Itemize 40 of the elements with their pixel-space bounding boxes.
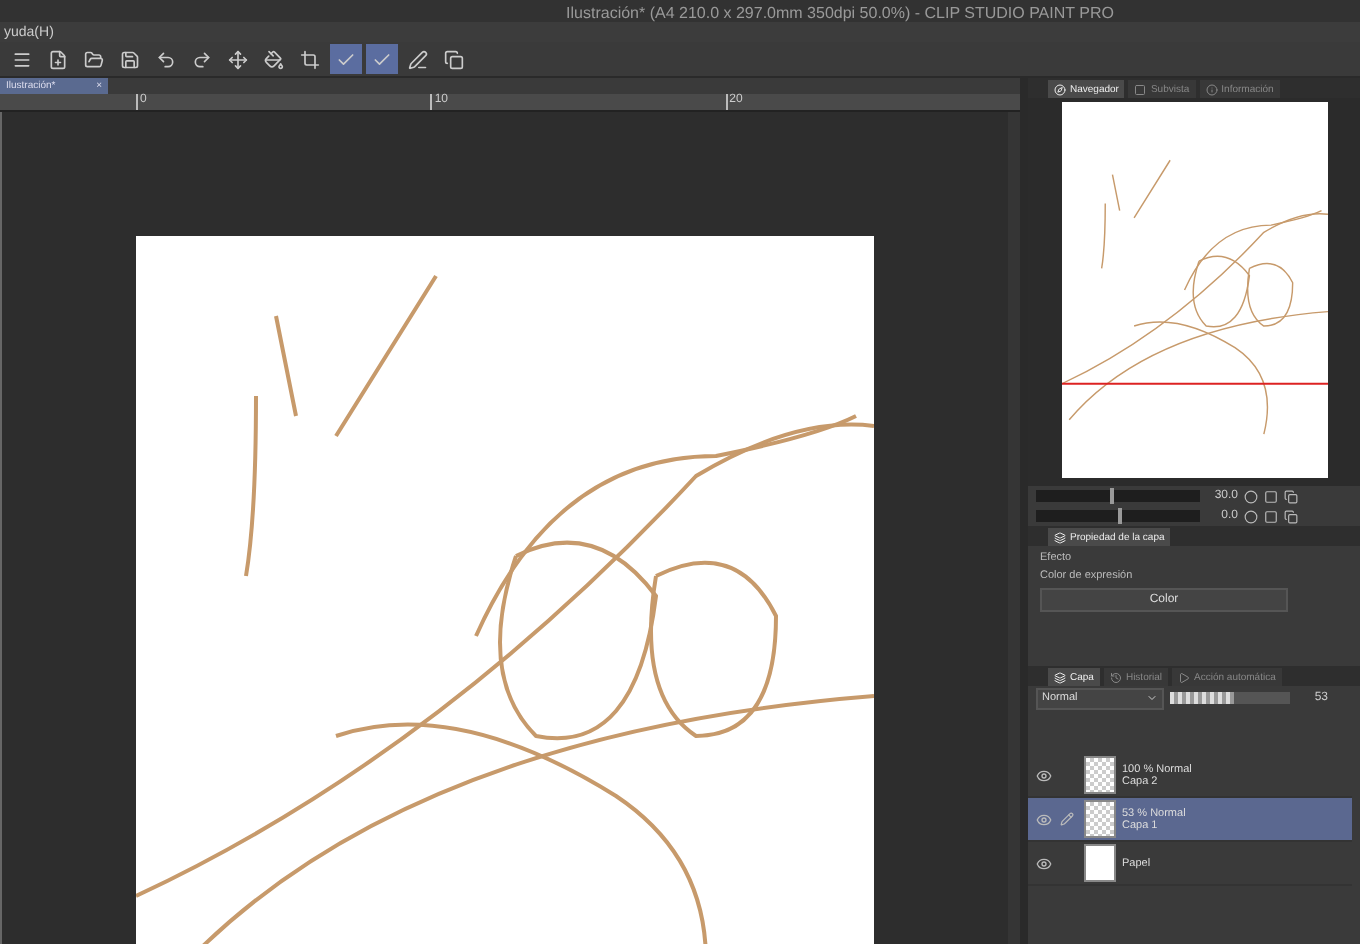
- copy-icon: [1284, 489, 1298, 503]
- save-icon: [120, 49, 140, 69]
- navigator-thumbnail[interactable]: [1061, 102, 1327, 478]
- circle-icon: [1244, 509, 1258, 523]
- undo-icon: [156, 49, 176, 69]
- layer-thumbnail: [1084, 756, 1116, 794]
- play-icon: [1178, 671, 1191, 683]
- paint-bucket-icon: [264, 49, 284, 69]
- move-icon: [228, 49, 248, 69]
- eye-icon: [1036, 767, 1052, 783]
- pen-icon: [408, 49, 428, 69]
- circle-icon: [1244, 489, 1258, 503]
- opacity-slider[interactable]: [1170, 692, 1290, 704]
- paper-thumbnail: [1084, 844, 1116, 882]
- zoom-slider[interactable]: [1036, 490, 1200, 502]
- slider-thumb[interactable]: [1109, 488, 1114, 504]
- scroll-bar[interactable]: [1008, 112, 1020, 944]
- rotate-slider[interactable]: [1036, 510, 1200, 522]
- copy-icon: [444, 49, 464, 69]
- menu-icon: [12, 49, 32, 69]
- eye-icon: [1036, 811, 1052, 827]
- history-icon: [1109, 671, 1122, 683]
- folder-icon: [84, 49, 104, 69]
- layers-icon: [1054, 671, 1066, 683]
- info-icon: [1205, 83, 1218, 95]
- layers-icon: [1054, 531, 1066, 543]
- snap-button[interactable]: [330, 44, 362, 74]
- redo-icon: [192, 49, 212, 69]
- pencil-icon: [1060, 812, 1074, 826]
- window-title: Ilustración* (A4 210.0 x 297.0mm 350dpi 50.0%) - CLIP STUDIO PAINT PRO: [566, 4, 1114, 22]
- file-plus-icon: [48, 49, 68, 69]
- copy-icon: [1284, 509, 1298, 523]
- square-icon: [1264, 509, 1278, 523]
- crop-icon: [300, 49, 320, 69]
- square-icon: [1134, 83, 1147, 95]
- square-icon: [1264, 489, 1278, 503]
- eye-icon: [1036, 855, 1052, 871]
- compass-icon: [1054, 83, 1066, 95]
- caret-icon: [1146, 692, 1158, 704]
- layer-thumbnail: [1084, 800, 1116, 838]
